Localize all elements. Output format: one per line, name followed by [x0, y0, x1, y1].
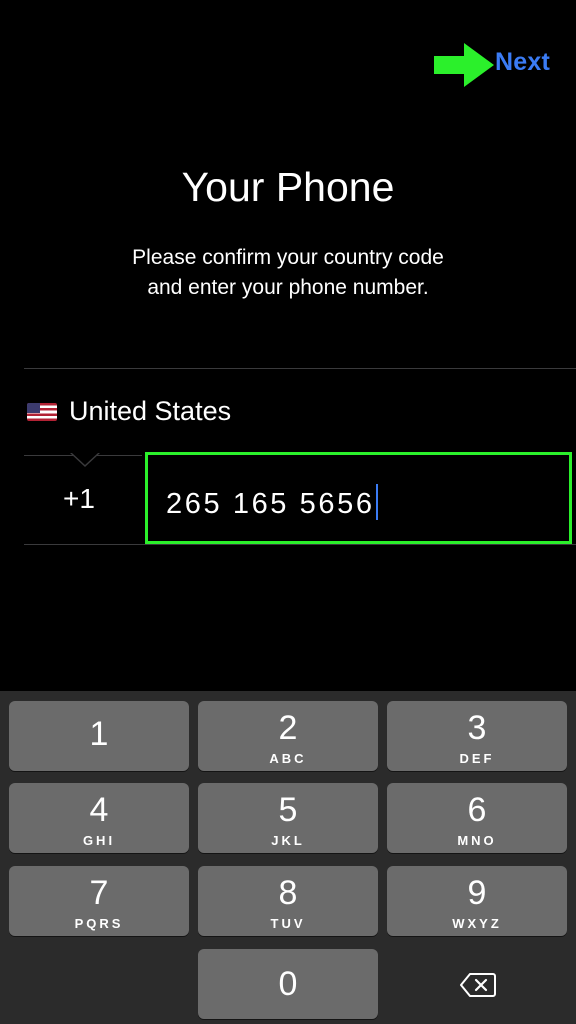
key-4[interactable]: 4 GHI: [9, 783, 189, 853]
key-letters: GHI: [82, 833, 116, 848]
key-digit: 0: [278, 965, 298, 1003]
text-caret: [375, 484, 378, 520]
key-letters: MNO: [457, 833, 497, 848]
country-code-field[interactable]: +1: [24, 455, 142, 544]
divider-bottom: [24, 544, 576, 545]
key-2[interactable]: 2 ABC: [198, 701, 378, 771]
backspace-icon: [460, 973, 496, 997]
key-6[interactable]: 6 MNO: [387, 783, 567, 853]
key-digit: 8: [278, 874, 298, 912]
instructions-text: Please confirm your country code and ent…: [0, 243, 576, 303]
key-digit: 2: [278, 709, 298, 747]
green-arrow-annotation-icon: [434, 43, 494, 87]
delete-key[interactable]: [386, 950, 566, 1020]
us-flag-icon: [27, 403, 57, 421]
page-title: Your Phone: [181, 164, 395, 210]
key-letters: ABC: [269, 751, 307, 766]
key-letters: WXYZ: [452, 916, 502, 931]
key-letters: PQRS: [74, 916, 124, 931]
country-selector[interactable]: United States: [24, 370, 576, 454]
key-5[interactable]: 5 JKL: [198, 783, 378, 853]
top-bar: Next: [0, 0, 576, 120]
instructions-line-2: and enter your phone number.: [147, 276, 429, 299]
phone-number-value: 265 165 5656: [166, 484, 378, 521]
key-digit: 7: [89, 874, 109, 912]
key-0[interactable]: 0: [198, 949, 378, 1019]
key-digit: 3: [467, 709, 487, 747]
key-3[interactable]: 3 DEF: [387, 701, 567, 771]
key-digit: 1: [89, 715, 109, 753]
key-letters: TUV: [270, 916, 306, 931]
key-8[interactable]: 8 TUV: [198, 866, 378, 936]
numeric-keypad: 1 2 ABC 3 DEF 4 GHI 5 JKL 6 MNO 7 PQRS 8…: [0, 691, 576, 1024]
key-9[interactable]: 9 WXYZ: [387, 866, 567, 936]
key-letters: DEF: [459, 751, 495, 766]
country-code-text: +1: [63, 483, 95, 514]
key-letters: JKL: [271, 833, 305, 848]
key-digit: 6: [467, 791, 487, 829]
divider-top: [24, 368, 576, 369]
key-digit: 5: [278, 791, 298, 829]
key-digit: 4: [89, 791, 109, 829]
key-1[interactable]: 1: [9, 701, 189, 771]
phone-number-input[interactable]: 265 165 5656: [145, 452, 572, 544]
next-button[interactable]: Next: [495, 48, 550, 77]
country-name: United States: [69, 396, 232, 426]
phone-number-text: 265 165 5656: [166, 488, 375, 520]
key-7[interactable]: 7 PQRS: [9, 866, 189, 936]
instructions-line-1: Please confirm your country code: [132, 246, 444, 269]
key-digit: 9: [467, 874, 487, 912]
